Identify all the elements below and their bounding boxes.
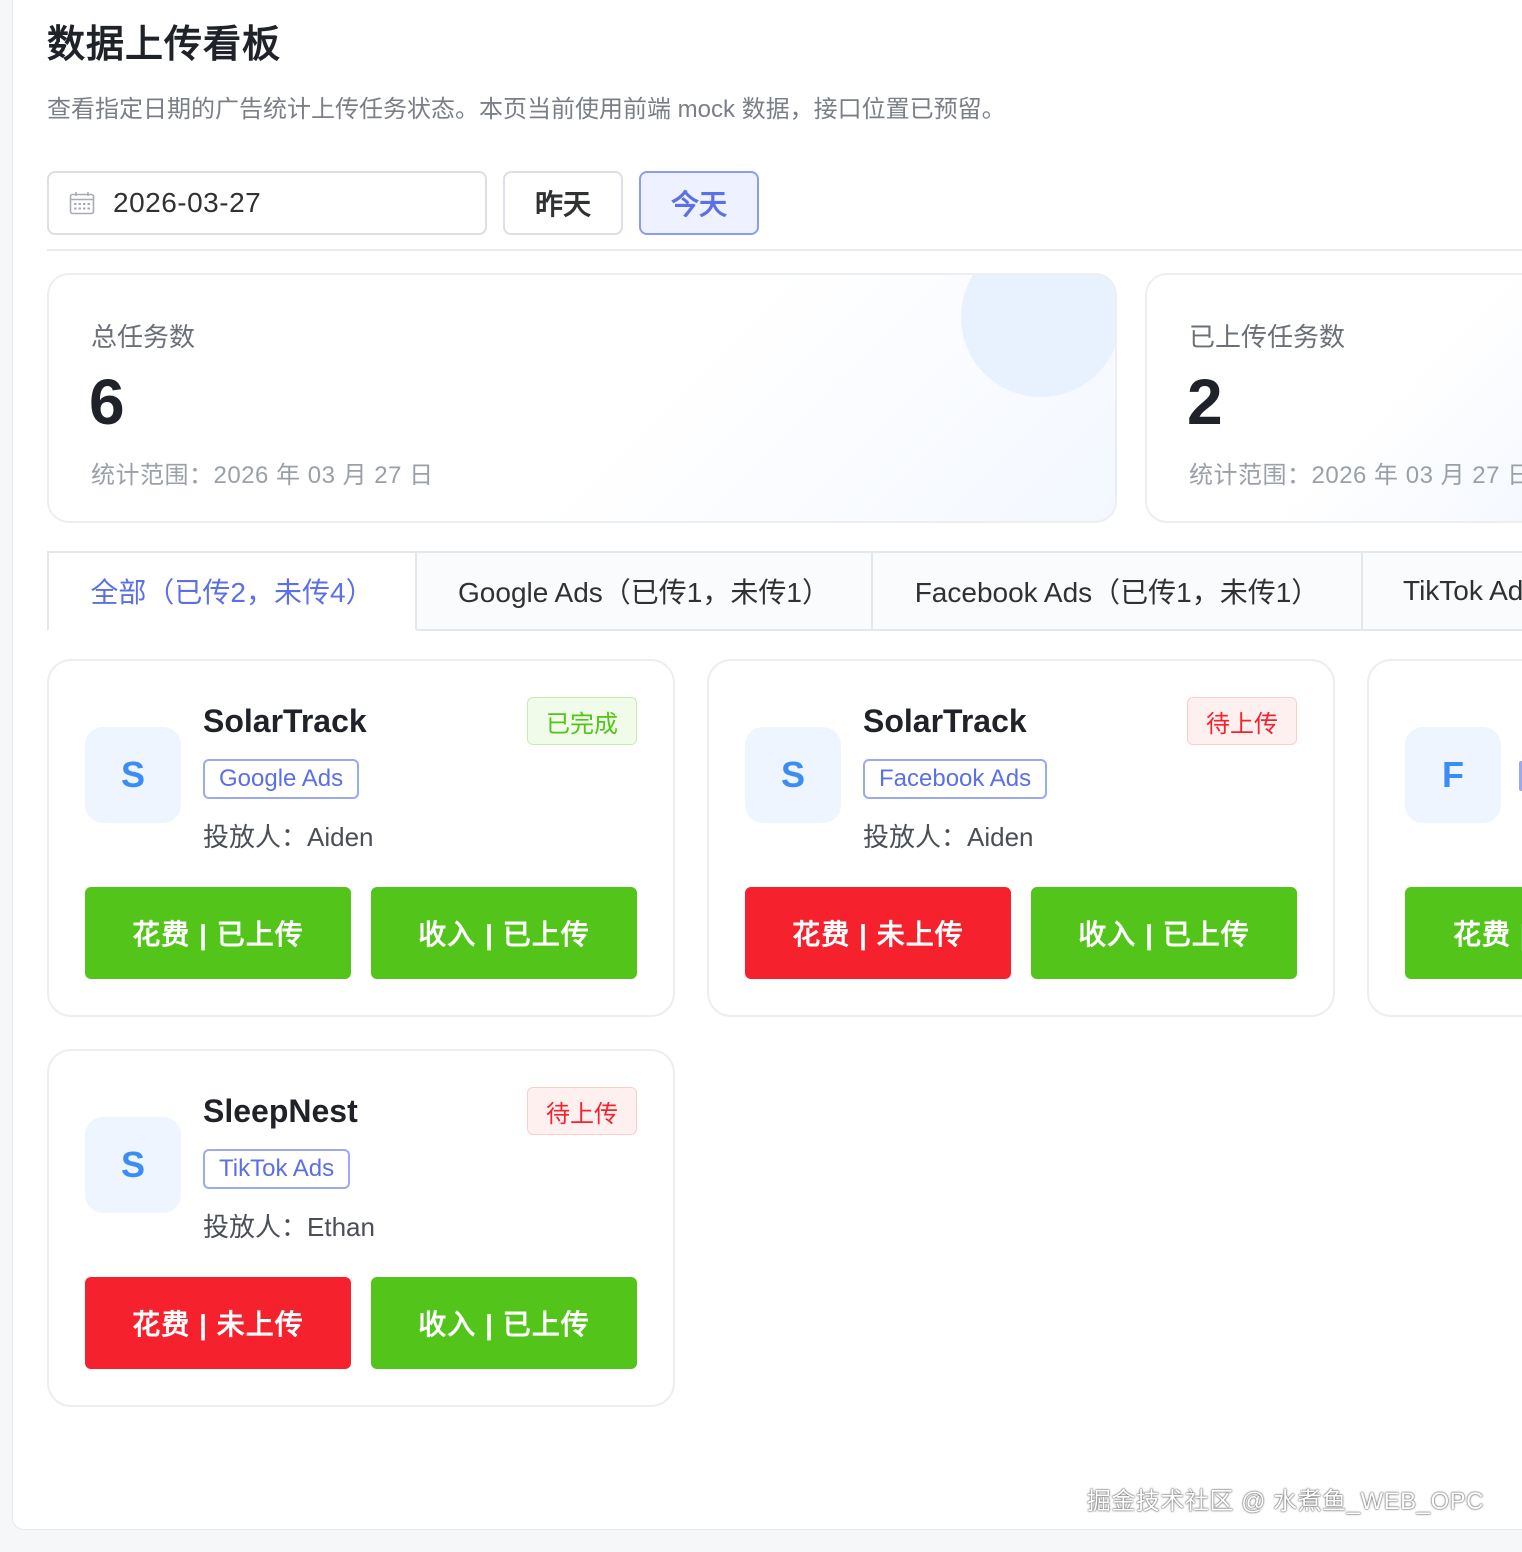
platform-tag: TikTok Ads <box>203 1149 351 1189</box>
calendar-icon <box>69 191 95 215</box>
tab-all[interactable]: 全部（已传2，未传4） <box>47 551 417 631</box>
page-title: 数据上传看板 <box>47 24 282 66</box>
avatar: F <box>1405 727 1501 823</box>
platform-tabs: 全部（已传2，未传4） Google Ads（已传1，未传1） Facebook… <box>47 551 1522 631</box>
date-value: 2026-03-27 <box>113 187 262 218</box>
stat-range: 统计范围：2026 年 03 月 27 日 <box>91 462 434 489</box>
task-name: SleepNest <box>203 1093 358 1129</box>
dashboard-panel: 数据上传看板 查看指定日期的广告统计上传任务状态。本页当前使用前端 mock 数… <box>12 0 1522 1530</box>
task-card: S SolarTrack 待上传 Facebook Ads 投放人：Aiden … <box>707 659 1335 1017</box>
task-card: S SolarTrack 已完成 Google Ads 投放人：Aiden 花费… <box>47 659 675 1017</box>
watermark: 掘金技术社区 @ 水煮鱼_WEB_OPC <box>1086 1488 1484 1515</box>
stat-label: 已上传任务数 <box>1189 322 1346 352</box>
income-upload-button[interactable]: 收入 | 已上传 <box>371 887 637 979</box>
avatar: S <box>745 727 841 823</box>
divider <box>47 249 1522 251</box>
task-card: S SleepNest 待上传 TikTok Ads 投放人：Ethan 花费 … <box>47 1049 675 1407</box>
decorative-circle <box>961 275 1115 397</box>
status-badge: 已完成 <box>527 697 637 745</box>
task-name: SolarTrack <box>203 703 367 739</box>
tab-facebook-ads[interactable]: Facebook Ads（已传1，未传1） <box>873 551 1363 631</box>
status-badge: 待上传 <box>1187 697 1297 745</box>
task-card: F 花费 | <box>1367 659 1522 1017</box>
stat-value: 2 <box>1187 366 1223 438</box>
spend-upload-button[interactable]: 花费 | <box>1405 887 1522 979</box>
stat-range: 统计范围：2026 年 03 月 27 日 <box>1189 462 1522 489</box>
tab-google-ads[interactable]: Google Ads（已传1，未传1） <box>417 551 873 631</box>
stat-card-uploaded: 已上传任务数 2 统计范围：2026 年 03 月 27 日 <box>1145 273 1522 523</box>
date-picker[interactable]: 2026-03-27 <box>47 171 487 235</box>
status-badge: 待上传 <box>527 1087 637 1135</box>
platform-tag: Google Ads <box>203 759 360 799</box>
today-button[interactable]: 今天 <box>639 171 759 235</box>
spend-upload-button[interactable]: 花费 | 已上传 <box>85 887 351 979</box>
stat-value: 6 <box>89 366 125 438</box>
stat-label: 总任务数 <box>91 322 196 352</box>
tab-tiktok-ads[interactable]: TikTok Ads <box>1363 551 1522 631</box>
stat-card-total: 总任务数 6 统计范围：2026 年 03 月 27 日 <box>47 273 1117 523</box>
owner-text: 投放人：Ethan <box>203 1212 375 1242</box>
spend-upload-button[interactable]: 花费 | 未上传 <box>85 1277 351 1369</box>
owner-text: 投放人：Aiden <box>863 822 1034 852</box>
task-name: SolarTrack <box>863 703 1027 739</box>
income-upload-button[interactable]: 收入 | 已上传 <box>371 1277 637 1369</box>
owner-text: 投放人：Aiden <box>203 822 374 852</box>
spend-upload-button[interactable]: 花费 | 未上传 <box>745 887 1011 979</box>
platform-tag: Facebook Ads <box>863 759 1048 799</box>
avatar: S <box>85 727 181 823</box>
income-upload-button[interactable]: 收入 | 已上传 <box>1031 887 1297 979</box>
avatar: S <box>85 1117 181 1213</box>
yesterday-button[interactable]: 昨天 <box>503 171 623 235</box>
page-subtitle: 查看指定日期的广告统计上传任务状态。本页当前使用前端 mock 数据，接口位置已… <box>47 96 1006 123</box>
